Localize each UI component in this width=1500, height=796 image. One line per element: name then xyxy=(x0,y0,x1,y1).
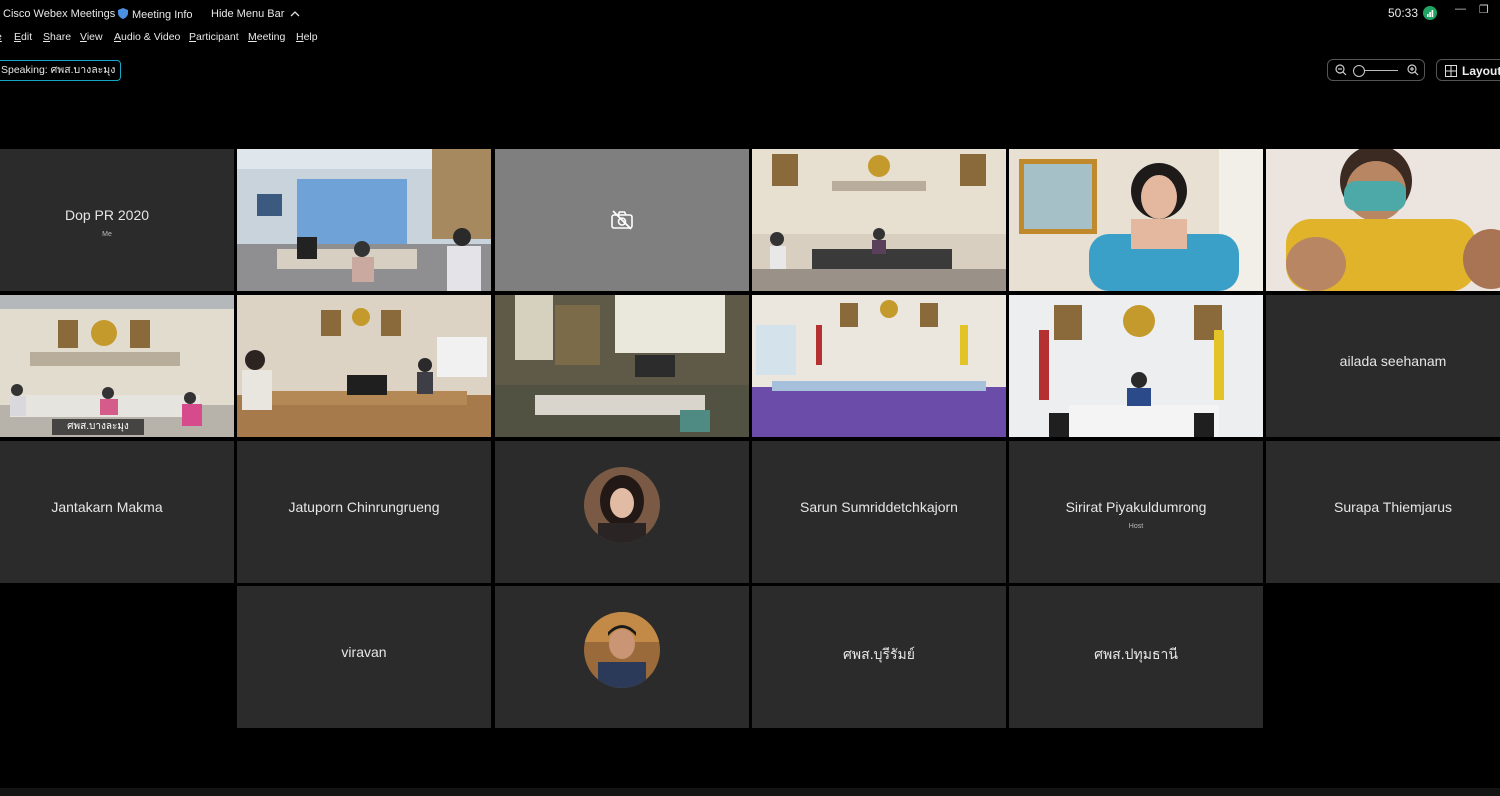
app-name: Cisco Webex Meetings xyxy=(3,8,116,20)
layout-label: Layout xyxy=(1462,64,1500,78)
video-feed xyxy=(1009,295,1263,437)
meeting-controls-bar xyxy=(0,788,1500,796)
participant-tile[interactable]: Jatuporn Chinrungrueng xyxy=(237,441,491,583)
shield-icon xyxy=(118,8,128,19)
participant-name: ailada seehanam xyxy=(1339,353,1447,369)
participant-role: Host xyxy=(1128,523,1144,530)
video-tile-woman-blue[interactable] xyxy=(1009,149,1263,291)
chevron-up-icon xyxy=(290,11,300,17)
zoom-slider-handle[interactable] xyxy=(1353,65,1365,77)
video-feed xyxy=(752,295,1006,437)
participant-name: ศพส.ปทุมธานี xyxy=(1094,646,1178,662)
avatar xyxy=(584,612,660,688)
grid-layout-icon xyxy=(1445,65,1457,77)
video-tile-woman-mask[interactable] xyxy=(1266,149,1500,291)
participant-tile[interactable]: Surapa Thiemjarus xyxy=(1266,441,1500,583)
active-speaker-indicator[interactable]: Speaking: ศพส.บางละมุง xyxy=(0,60,122,81)
camera-off-icon xyxy=(611,210,633,230)
menu-share[interactable]: Share xyxy=(43,31,71,43)
participant-tile[interactable]: viravan xyxy=(237,586,491,728)
avatar xyxy=(584,467,660,543)
menu-audio-video[interactable]: Audio & Video xyxy=(114,31,180,43)
participant-tile[interactable]: ศพส.บุรีรัมย์ xyxy=(752,586,1006,728)
participant-role: Me xyxy=(102,231,112,238)
participant-name: viravan xyxy=(341,644,387,660)
participant-name: Dop PR 2020 xyxy=(64,207,150,223)
video-feed xyxy=(237,295,491,437)
video-feed xyxy=(752,149,1006,291)
meeting-info-label: Meeting Info xyxy=(132,9,193,21)
menu-view[interactable]: View xyxy=(80,31,103,43)
participant-tile[interactable]: Jantakarn Makma xyxy=(0,441,234,583)
woman-avatar-icon xyxy=(584,467,660,543)
participant-tile[interactable]: Sirirat Piyakuldumrong Host xyxy=(1009,441,1263,583)
video-tile-meeting-room[interactable] xyxy=(752,149,1006,291)
restore-button[interactable]: ❐ xyxy=(1479,3,1489,16)
video-tile-lampang[interactable] xyxy=(752,295,1006,437)
participant-name: Sarun Sumriddetchkajorn xyxy=(800,499,958,515)
video-feed xyxy=(1009,149,1263,291)
zoom-in-icon[interactable] xyxy=(1407,64,1419,76)
menu-edit[interactable]: Edit xyxy=(14,31,32,43)
menu-participant[interactable]: Participant xyxy=(189,31,239,43)
title-bar: Cisco Webex Meetings Meeting Info Hide M… xyxy=(0,0,1500,26)
video-tile-chiang-mai[interactable] xyxy=(237,295,491,437)
hide-menu-label: Hide Menu Bar xyxy=(211,8,285,20)
participant-tile[interactable]: ailada seehanam xyxy=(1266,295,1500,437)
layout-button[interactable]: Layout xyxy=(1436,59,1500,81)
video-tile-empty-room[interactable] xyxy=(495,295,749,437)
meeting-info-button[interactable]: Meeting Info xyxy=(118,8,193,21)
video-feed xyxy=(495,295,749,437)
participant-label: ศพส.บางละมุง xyxy=(52,419,144,435)
menu-help[interactable]: Help xyxy=(296,31,318,43)
meeting-timer: 50:33 xyxy=(1388,6,1419,20)
participant-name: Jantakarn Makma xyxy=(51,499,163,515)
menu-meeting[interactable]: Meeting xyxy=(248,31,285,43)
video-tile-office[interactable] xyxy=(237,149,491,291)
menu-file-fragment[interactable]: e xyxy=(0,31,2,43)
participant-tile[interactable]: ศพส.ปทุมธานี xyxy=(1009,586,1263,728)
video-tile-active-speaker[interactable]: ศพส.บางละมุง xyxy=(0,295,234,437)
hide-menu-bar-button[interactable]: Hide Menu Bar xyxy=(211,8,300,20)
zoom-out-icon[interactable] xyxy=(1335,64,1347,76)
participant-name: Sirirat Piyakuldumrong xyxy=(1065,499,1207,515)
participant-name: Jatuporn Chinrungrueng xyxy=(288,499,440,515)
signal-icon[interactable] xyxy=(1423,6,1437,20)
participant-tile[interactable]: Dop PR 2020 Me xyxy=(0,149,234,291)
participant-name: Surapa Thiemjarus xyxy=(1333,499,1453,515)
video-feed xyxy=(1266,149,1500,291)
video-feed xyxy=(0,295,234,437)
participant-name: ศพส.บุรีรัมย์ xyxy=(843,646,915,662)
video-tile-camera-off[interactable] xyxy=(495,149,749,291)
zoom-control[interactable] xyxy=(1327,59,1425,81)
participant-tile[interactable] xyxy=(495,586,749,728)
man-avatar-icon xyxy=(584,612,660,688)
video-feed xyxy=(237,149,491,291)
minimize-button[interactable]: — xyxy=(1455,3,1466,15)
signal-bars-icon xyxy=(1427,10,1434,17)
participant-tile[interactable]: Sarun Sumriddetchkajorn xyxy=(752,441,1006,583)
video-tile-single-person[interactable] xyxy=(1009,295,1263,437)
participant-tile[interactable] xyxy=(495,441,749,583)
